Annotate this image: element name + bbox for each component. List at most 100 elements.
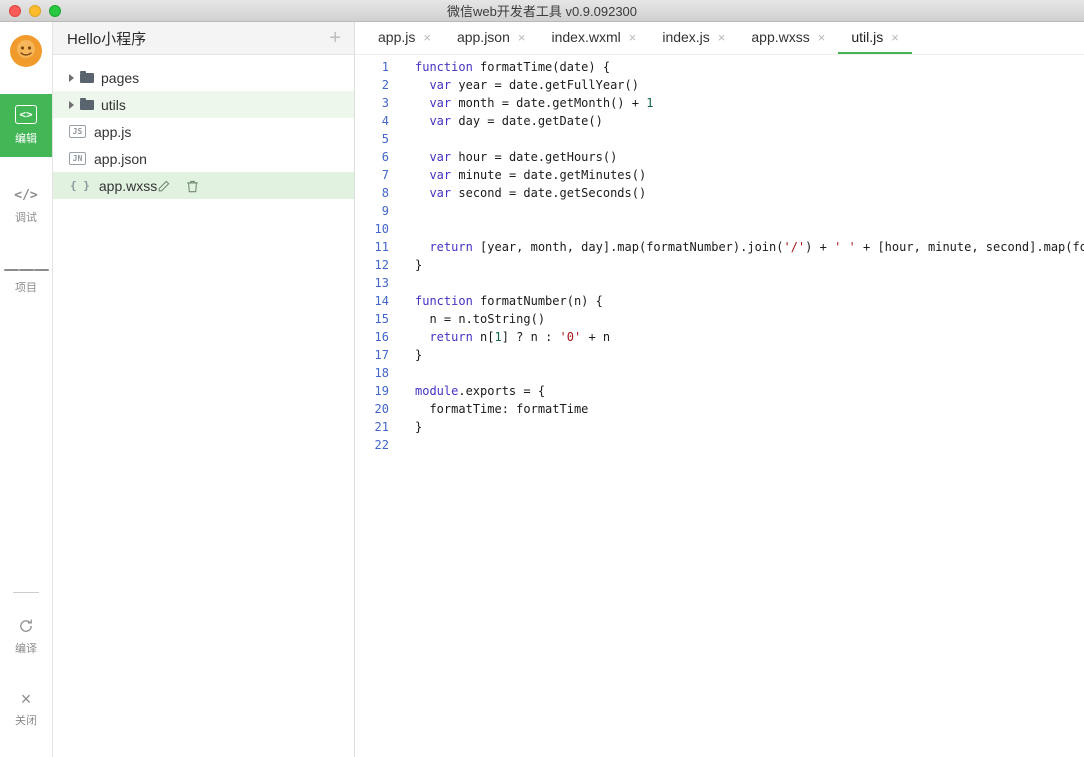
explorer-header: Hello小程序 +	[53, 22, 354, 55]
code-line: 10	[355, 220, 1084, 238]
sidebar-item-compile[interactable]: 编译	[0, 607, 52, 667]
tab-index-js[interactable]: index.js ×	[649, 22, 738, 54]
activity-sidebar: <> 编辑 </> 调试项目 编译 × 关闭	[0, 22, 53, 757]
line-number: 1	[381, 60, 389, 74]
user-avatar[interactable]	[9, 34, 43, 68]
code-line: 5	[355, 130, 1084, 148]
tab-index-wxml[interactable]: index.wxml ×	[538, 22, 649, 54]
code-text: }	[399, 256, 422, 274]
code-line: 6 var hour = date.getHours()	[355, 148, 1084, 166]
tab-bar: app.js × app.json × index.wxml × index.js × app.…	[355, 22, 1084, 55]
code-token: 1	[646, 96, 654, 110]
sidebar-item-debug[interactable]: </> 调试	[0, 177, 52, 236]
sidebar-divider	[13, 592, 39, 593]
code-token: var	[429, 78, 452, 92]
tab-app-wxss[interactable]: app.wxss ×	[738, 22, 838, 54]
file-type-icon: JS	[69, 125, 86, 138]
file-name: app.json	[94, 150, 147, 167]
titlebar: 微信web开发者工具 v0.9.092300	[0, 0, 1084, 22]
line-number: 7	[381, 168, 389, 182]
code-brackets-icon: <>	[15, 105, 37, 124]
code-text: var day = date.getDate()	[399, 112, 603, 130]
folder-row-pages[interactable]: pages	[53, 64, 354, 91]
code-line: 4 var day = date.getDate()	[355, 112, 1084, 130]
code-token: module	[415, 384, 459, 398]
sidebar-item-edit[interactable]: <> 编辑	[0, 94, 52, 157]
file-name: app.wxss	[98, 177, 158, 194]
code-text: var hour = date.getHours()	[399, 148, 617, 166]
delete-file-icon[interactable]	[186, 179, 199, 193]
code-token: day = date.getDate()	[451, 114, 603, 128]
code-token: '0'	[559, 330, 582, 344]
code-token: return	[429, 240, 473, 254]
tab-label: util.js	[851, 29, 884, 45]
chevron-right-icon[interactable]	[69, 73, 74, 82]
code-token: formatNumber(n) {	[472, 294, 603, 308]
sidebar-items: <> 编辑 </> 调试项目	[0, 94, 52, 326]
file-row-app-js[interactable]: JS app.js	[53, 118, 354, 145]
code-token: function	[415, 294, 473, 308]
tab-label: app.json	[456, 29, 510, 45]
folder-icon	[80, 98, 94, 110]
tab-app-json[interactable]: app.json ×	[444, 22, 539, 54]
edit-file-icon[interactable]	[157, 179, 171, 193]
code-line: 22	[355, 436, 1084, 454]
code-text: var second = date.getSeconds()	[399, 184, 646, 202]
tab-close-icon[interactable]: ×	[718, 30, 726, 45]
tab-close-icon[interactable]: ×	[629, 30, 637, 45]
file-row-app-wxss[interactable]: { } app.wxss	[53, 172, 354, 199]
tab-app-js[interactable]: app.js ×	[365, 22, 444, 54]
code-token: month = date.getMonth() +	[451, 96, 647, 110]
tab-close-icon[interactable]: ×	[423, 30, 431, 45]
add-file-button[interactable]: +	[329, 28, 341, 48]
file-explorer: Hello小程序 + pages utils JS app.js JN app.json {…	[53, 22, 355, 757]
code-line: 20 formatTime: formatTime	[355, 400, 1084, 418]
tab-util-js[interactable]: util.js ×	[838, 22, 912, 54]
code-token: .exports = {	[458, 384, 546, 398]
code-token: var	[429, 168, 452, 182]
code-token: + n	[581, 330, 611, 344]
tab-close-icon[interactable]: ×	[891, 30, 899, 45]
line-number: 11	[374, 240, 389, 254]
window-title: 微信web开发者工具 v0.9.092300	[446, 4, 638, 19]
code-text: }	[399, 346, 422, 364]
project-title: Hello小程序	[67, 30, 147, 48]
tab-close-icon[interactable]: ×	[518, 30, 526, 45]
code-line: 11 return [year, month, day].map(formatN…	[355, 238, 1084, 256]
file-row-app-json[interactable]: JN app.json	[53, 145, 354, 172]
folder-row-utils[interactable]: utils	[53, 91, 354, 118]
line-number: 21	[374, 420, 389, 434]
sidebar-item-close[interactable]: × 关闭	[0, 681, 52, 739]
line-number: 16	[374, 330, 389, 344]
avatar-icon	[10, 35, 42, 67]
file-name: app.js	[94, 123, 132, 140]
code-token: + [hour, minute, second].map(formatNumbe…	[862, 240, 1084, 254]
tab-close-icon[interactable]: ×	[818, 30, 826, 45]
line-number: 17	[374, 348, 389, 362]
line-number: 2	[381, 78, 389, 92]
app-window: 微信web开发者工具 v0.9.092300 <> 编辑 </> 调试项目 编译 × 关闭…	[0, 0, 1084, 757]
close-window-button[interactable]	[9, 4, 21, 17]
minimize-window-button[interactable]	[29, 4, 41, 17]
code-text: module.exports = {	[399, 382, 545, 400]
sidebar-item-project[interactable]: 项目	[0, 256, 52, 306]
line-number: 18	[374, 366, 389, 380]
code-line: 7 var minute = date.getMinutes()	[355, 166, 1084, 184]
line-number: 13	[374, 276, 389, 290]
code-token: '/'	[783, 240, 806, 254]
zoom-window-button[interactable]	[49, 4, 61, 17]
window-controls	[9, 4, 61, 17]
code-token: var	[429, 96, 452, 110]
chevron-right-icon[interactable]	[69, 100, 74, 109]
line-number: 6	[381, 150, 389, 164]
code-token: hour = date.getHours()	[451, 150, 618, 164]
code-editor[interactable]: 1 function formatTime(date) {2 var year =…	[355, 55, 1084, 757]
line-number: 10	[374, 222, 389, 236]
code-token: function	[415, 60, 473, 74]
folder-name: utils	[101, 96, 126, 113]
line-number: 22	[374, 438, 389, 452]
